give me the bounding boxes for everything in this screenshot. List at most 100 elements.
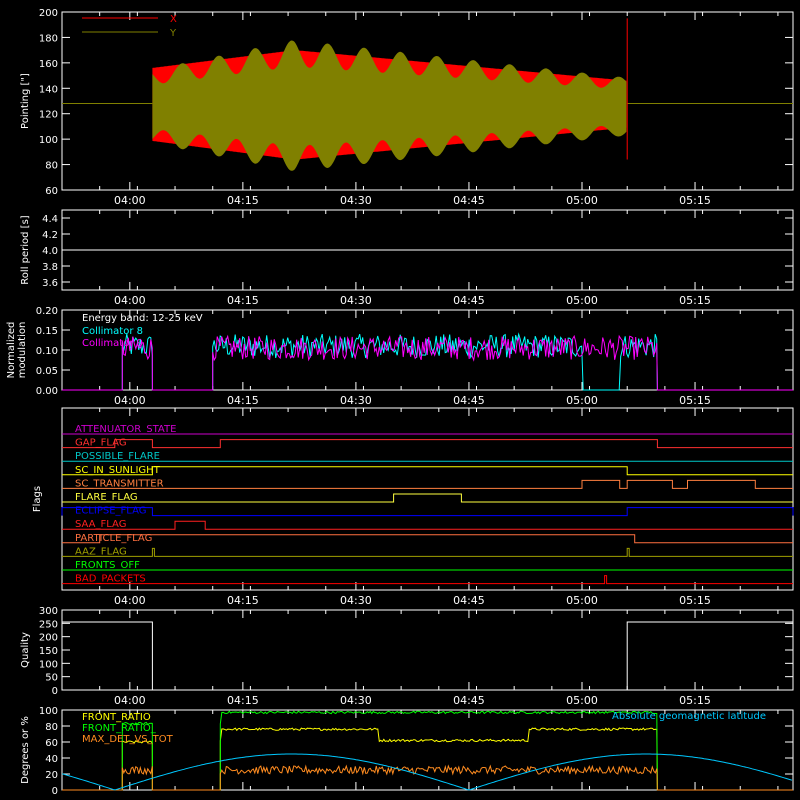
y-tick-label: 0.00: [36, 386, 58, 397]
flag-trace: [62, 547, 793, 557]
y-tick-label: 60: [45, 186, 58, 197]
flag-trace: [62, 479, 793, 489]
y-tick-label: 200: [39, 633, 58, 644]
y-tick-label: 180: [39, 33, 58, 44]
legend-label: Collimator 8: [82, 326, 143, 337]
y-tick-label: 60: [45, 738, 58, 749]
x-tick-label: 04:45: [453, 194, 485, 207]
quality-trace: [62, 621, 793, 691]
modulation-panel: 04:00 04:15 04:30 04:45 05:00 05:15 0.00 0.05 0.…: [6, 306, 794, 407]
y-tick-label: 300: [39, 606, 58, 617]
x-tick-label: 04:30: [340, 594, 372, 607]
legend-label: FRONT_RATIO: [82, 712, 151, 723]
flag-trace: [62, 520, 793, 530]
modulation-series: [62, 332, 793, 391]
x-tick-label: 04:00: [114, 194, 146, 207]
pointing-panel: 04:00 04:15 04:30 04:45 05:00 05:15 60 80 100 120…: [20, 8, 794, 207]
y-axis-label: Pointing ["]: [20, 73, 31, 129]
y-tick-label: 80: [45, 722, 58, 733]
x-tick-label: 04:30: [340, 294, 372, 307]
x-tick-label: 05:00: [566, 594, 598, 607]
ratio-series: [62, 764, 793, 791]
x-tick-label: 04:15: [227, 194, 259, 207]
flags-panel: 04:00 04:15 04:30 04:45 05:00 05:15 Flags ATTEN…: [32, 407, 794, 607]
y-tick-label: 4.0: [42, 246, 58, 257]
flag-trace: [62, 439, 793, 449]
x-tick-label: 04:15: [227, 394, 259, 407]
y-tick-label: 20: [45, 770, 58, 781]
y-tick-label: 140: [39, 84, 58, 95]
ratio-series: [62, 710, 793, 791]
flag-label: SC_TRANSMITTER: [75, 478, 164, 489]
x-tick-label: 04:15: [227, 294, 259, 307]
y-tick-label: 100: [39, 659, 58, 670]
y-axis-label: Degrees or %: [20, 716, 31, 784]
flag-label: ATTENUATOR_STATE: [75, 424, 176, 435]
geomagnetic-latitude-curve: [61, 753, 793, 791]
y-tick-label: 4.4: [42, 214, 58, 225]
x-tick-label: 05:00: [566, 194, 598, 207]
flag-trace: [61, 507, 794, 517]
legend-label: Y: [169, 28, 177, 39]
x-tick-label: 05:15: [679, 594, 711, 607]
x-tick-label: 04:45: [453, 394, 485, 407]
x-tick-label: 04:45: [453, 594, 485, 607]
y-tick-label: 3.8: [42, 262, 58, 273]
x-tick-label: 04:00: [114, 594, 146, 607]
ratios-panel: 0 20 40 60 80 100 Degrees or % FRONT_RATIOFRONT…: [20, 706, 794, 797]
x-tick-label: 04:30: [340, 394, 372, 407]
flag-label: SC_IN_SUNLIGHT: [75, 465, 161, 476]
legend-label: MAX_DET_VS_TOT: [82, 734, 174, 745]
figure: 04:00 04:15 04:30 04:45 05:00 05:15 60 80 100 120…: [6, 8, 794, 797]
legend-label: X: [170, 14, 177, 25]
x-tick-label: 04:30: [340, 694, 372, 707]
x-tick-label: 05:15: [679, 294, 711, 307]
x-tick-label: 04:15: [227, 694, 259, 707]
y-tick-label: 0.15: [36, 326, 58, 337]
y-tick-label: 160: [39, 59, 58, 70]
energy-band-annotation: Energy band: 12-25 keV: [82, 313, 203, 324]
y-axis-label: modulation: [17, 322, 28, 379]
y-tick-label: 120: [39, 110, 58, 121]
roll-panel: 04:00 04:15 04:30 04:45 05:00 05:15 3.6 3.8 4.0 4…: [20, 209, 794, 307]
flag-trace: [62, 493, 793, 503]
quality-panel: 04:00 04:15 04:30 04:45 05:00 05:15 0 50 100 150 2…: [20, 606, 794, 707]
flag-label: FRONTS_OFF: [75, 560, 140, 571]
modulation-series: [62, 334, 793, 391]
x-tick-label: 05:00: [566, 294, 598, 307]
flag-label: AAZ_FLAG: [75, 546, 127, 557]
x-tick-label: 04:45: [453, 294, 485, 307]
y-tick-label: 4.2: [42, 230, 58, 241]
y-axis-label: Quality: [20, 632, 31, 668]
x-tick-label: 05:15: [679, 394, 711, 407]
x-tick-label: 04:45: [453, 694, 485, 707]
x-tick-label: 05:15: [679, 694, 711, 707]
y-tick-label: 0.10: [36, 346, 58, 357]
flag-trace: [62, 575, 793, 585]
x-tick-label: 05:15: [679, 194, 711, 207]
flag-label: BAD_PACKETS: [75, 574, 146, 585]
flag-trace: [62, 534, 793, 544]
flags-frame: [61, 407, 794, 591]
ratios-frame: [61, 709, 794, 791]
x-tick-label: 04:00: [114, 294, 146, 307]
x-tick-label: 04:00: [114, 694, 146, 707]
x-tick-label: 05:00: [566, 394, 598, 407]
y-tick-label: 100: [39, 135, 58, 146]
y-axis-label: Roll period [s]: [20, 215, 31, 284]
y-tick-label: 250: [39, 619, 58, 630]
y-tick-label: 80: [45, 161, 58, 172]
x-tick-label: 05:00: [566, 694, 598, 707]
flag-label: SAA_FLAG: [75, 519, 126, 530]
y-tick-label: 200: [39, 8, 58, 19]
y-tick-label: 100: [39, 706, 58, 717]
y-tick-label: 40: [45, 754, 58, 765]
y-tick-label: 50: [45, 673, 58, 684]
legend-label: FRONT_RATIO_: [82, 723, 157, 734]
x-tick-label: 04:30: [340, 194, 372, 207]
x-tick-label: 04:00: [114, 394, 146, 407]
y-tick-label: 0.05: [36, 366, 58, 377]
y-tick-label: 150: [39, 646, 58, 657]
x-tick-label: 04:15: [227, 594, 259, 607]
y-tick-label: 0.20: [36, 306, 58, 317]
